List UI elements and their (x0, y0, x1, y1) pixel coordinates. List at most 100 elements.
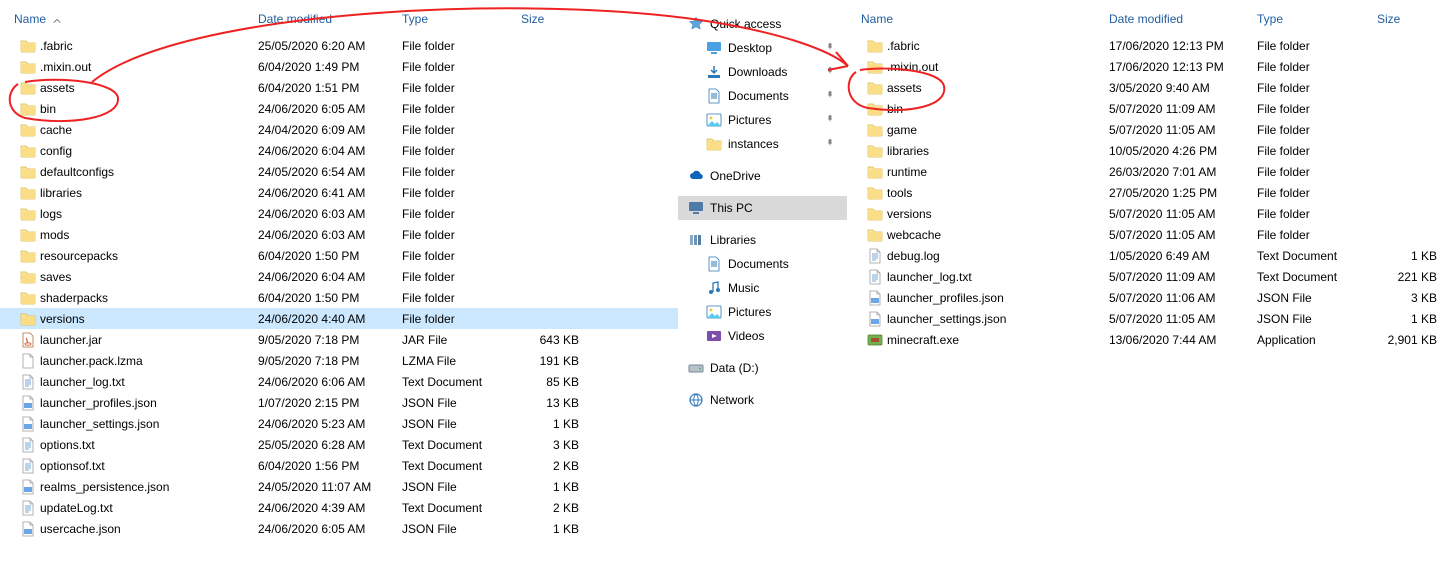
file-name-cell[interactable]: tools (847, 185, 1103, 201)
file-row[interactable]: options.txt25/05/2020 6:28 AMText Docume… (0, 434, 678, 455)
file-name-cell[interactable]: assets (847, 80, 1103, 96)
file-row[interactable]: game5/07/2020 11:05 AMFile folder (847, 119, 1455, 140)
file-name-cell[interactable]: options.txt (0, 437, 252, 453)
file-row[interactable]: config24/06/2020 6:04 AMFile folder (0, 140, 678, 161)
nav-lib-videos[interactable]: Videos (678, 324, 847, 348)
nav-data-d[interactable]: Data (D:) (678, 356, 847, 380)
file-row[interactable]: .fabric25/05/2020 6:20 AMFile folder (0, 35, 678, 56)
file-name-cell[interactable]: bin (847, 101, 1103, 117)
file-name-cell[interactable]: .fabric (0, 38, 252, 54)
file-name-cell[interactable]: launcher_settings.json (0, 416, 252, 432)
file-name-cell[interactable]: libraries (847, 143, 1103, 159)
nav-libraries[interactable]: Libraries (678, 228, 847, 252)
file-row[interactable]: libraries10/05/2020 4:26 PMFile folder (847, 140, 1455, 161)
file-row[interactable]: libraries24/06/2020 6:41 AMFile folder (0, 182, 678, 203)
file-row[interactable]: minecraft.exe13/06/2020 7:44 AMApplicati… (847, 329, 1455, 350)
file-row[interactable]: .mixin.out17/06/2020 12:13 PMFile folder (847, 56, 1455, 77)
file-name-cell[interactable]: launcher_log.txt (847, 269, 1103, 285)
nav-lib-music[interactable]: Music (678, 276, 847, 300)
file-name-cell[interactable]: config (0, 143, 252, 159)
file-name-cell[interactable]: webcache (847, 227, 1103, 243)
file-row[interactable]: launcher.jar9/05/2020 7:18 PMJAR File643… (0, 329, 678, 350)
file-row[interactable]: .mixin.out6/04/2020 1:49 PMFile folder (0, 56, 678, 77)
nav-downloads[interactable]: Downloads (678, 60, 847, 84)
file-name-cell[interactable]: launcher_profiles.json (847, 290, 1103, 306)
file-row[interactable]: tools27/05/2020 1:25 PMFile folder (847, 182, 1455, 203)
file-row[interactable]: webcache5/07/2020 11:05 AMFile folder (847, 224, 1455, 245)
file-row[interactable]: versions5/07/2020 11:05 AMFile folder (847, 203, 1455, 224)
file-name-cell[interactable]: cache (0, 122, 252, 138)
col-date[interactable]: Date modified (1103, 12, 1251, 26)
file-row[interactable]: defaultconfigs24/05/2020 6:54 AMFile fol… (0, 161, 678, 182)
file-row[interactable]: usercache.json24/06/2020 6:05 AMJSON Fil… (0, 518, 678, 539)
nav-instances[interactable]: instances (678, 132, 847, 156)
nav-network[interactable]: Network (678, 388, 847, 412)
file-name-cell[interactable]: minecraft.exe (847, 332, 1103, 348)
file-row[interactable]: launcher_log.txt5/07/2020 11:09 AMText D… (847, 266, 1455, 287)
file-row[interactable]: assets6/04/2020 1:51 PMFile folder (0, 77, 678, 98)
file-name-cell[interactable]: optionsof.txt (0, 458, 252, 474)
file-row[interactable]: launcher_profiles.json5/07/2020 11:06 AM… (847, 287, 1455, 308)
file-name-cell[interactable]: game (847, 122, 1103, 138)
file-name-cell[interactable]: usercache.json (0, 521, 252, 537)
file-row[interactable]: launcher_profiles.json1/07/2020 2:15 PMJ… (0, 392, 678, 413)
file-row[interactable]: cache24/04/2020 6:09 AMFile folder (0, 119, 678, 140)
file-row[interactable]: optionsof.txt6/04/2020 1:56 PMText Docum… (0, 455, 678, 476)
file-name-cell[interactable]: shaderpacks (0, 290, 252, 306)
file-row[interactable]: runtime26/03/2020 7:01 AMFile folder (847, 161, 1455, 182)
file-row[interactable]: saves24/06/2020 6:04 AMFile folder (0, 266, 678, 287)
col-type[interactable]: Type (1251, 12, 1371, 26)
file-name-cell[interactable]: launcher.jar (0, 332, 252, 348)
file-row[interactable]: logs24/06/2020 6:03 AMFile folder (0, 203, 678, 224)
file-name-cell[interactable]: libraries (0, 185, 252, 201)
nav-pictures[interactable]: Pictures (678, 108, 847, 132)
file-row[interactable]: launcher_log.txt24/06/2020 6:06 AMText D… (0, 371, 678, 392)
file-name-cell[interactable]: mods (0, 227, 252, 243)
file-row[interactable]: bin5/07/2020 11:09 AMFile folder (847, 98, 1455, 119)
right-column-headers[interactable]: Name Date modified Type Size (847, 8, 1455, 35)
file-name-cell[interactable]: launcher.pack.lzma (0, 353, 252, 369)
file-name-cell[interactable]: defaultconfigs (0, 164, 252, 180)
file-name-cell[interactable]: realms_persistence.json (0, 479, 252, 495)
col-name[interactable]: Name (847, 12, 1103, 26)
file-row[interactable]: debug.log1/05/2020 6:49 AMText Document1… (847, 245, 1455, 266)
col-name[interactable]: Name (0, 12, 252, 26)
col-size[interactable]: Size (1371, 12, 1443, 26)
file-name-cell[interactable]: .fabric (847, 38, 1103, 54)
file-name-cell[interactable]: versions (0, 311, 252, 327)
col-date[interactable]: Date modified (252, 12, 396, 26)
file-row[interactable]: resourcepacks6/04/2020 1:50 PMFile folde… (0, 245, 678, 266)
file-row[interactable]: realms_persistence.json24/05/2020 11:07 … (0, 476, 678, 497)
file-row[interactable]: launcher_settings.json24/06/2020 5:23 AM… (0, 413, 678, 434)
nav-desktop[interactable]: Desktop (678, 36, 847, 60)
left-column-headers[interactable]: Name Date modified Type Size (0, 8, 678, 35)
file-name-cell[interactable]: resourcepacks (0, 248, 252, 264)
file-name-cell[interactable]: debug.log (847, 248, 1103, 264)
nav-quick-access[interactable]: Quick access (678, 12, 847, 36)
file-name-cell[interactable]: launcher_profiles.json (0, 395, 252, 411)
file-name-cell[interactable]: saves (0, 269, 252, 285)
nav-lib-pictures[interactable]: Pictures (678, 300, 847, 324)
file-name-cell[interactable]: .mixin.out (847, 59, 1103, 75)
file-row[interactable]: mods24/06/2020 6:03 AMFile folder (0, 224, 678, 245)
file-name-cell[interactable]: .mixin.out (0, 59, 252, 75)
file-name-cell[interactable]: versions (847, 206, 1103, 222)
nav-this-pc[interactable]: This PC (678, 196, 847, 220)
file-row[interactable]: bin24/06/2020 6:05 AMFile folder (0, 98, 678, 119)
file-row[interactable]: launcher_settings.json5/07/2020 11:05 AM… (847, 308, 1455, 329)
nav-lib-documents[interactable]: Documents (678, 252, 847, 276)
file-row[interactable]: .fabric17/06/2020 12:13 PMFile folder (847, 35, 1455, 56)
nav-documents[interactable]: Documents (678, 84, 847, 108)
col-size[interactable]: Size (515, 12, 585, 26)
file-row[interactable]: versions24/06/2020 4:40 AMFile folder (0, 308, 678, 329)
file-name-cell[interactable]: launcher_settings.json (847, 311, 1103, 327)
file-name-cell[interactable]: assets (0, 80, 252, 96)
file-row[interactable]: updateLog.txt24/06/2020 4:39 AMText Docu… (0, 497, 678, 518)
file-name-cell[interactable]: runtime (847, 164, 1103, 180)
file-name-cell[interactable]: launcher_log.txt (0, 374, 252, 390)
file-name-cell[interactable]: bin (0, 101, 252, 117)
file-name-cell[interactable]: logs (0, 206, 252, 222)
file-row[interactable]: assets3/05/2020 9:40 AMFile folder (847, 77, 1455, 98)
file-row[interactable]: shaderpacks6/04/2020 1:50 PMFile folder (0, 287, 678, 308)
col-type[interactable]: Type (396, 12, 515, 26)
